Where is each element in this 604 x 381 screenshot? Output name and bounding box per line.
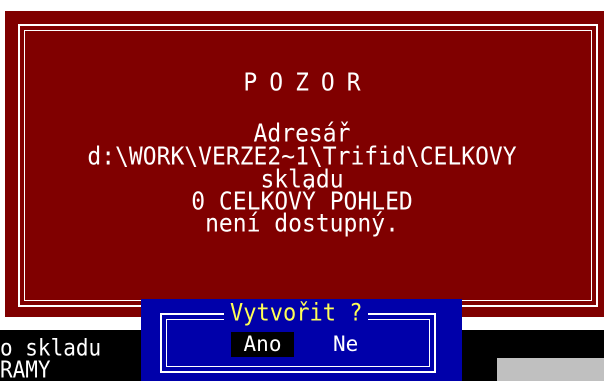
yes-button[interactable]: Ano (231, 332, 294, 357)
dos-screen: POZOR Adresář d:\WORK\VERZE2~1\Trifid\CE… (0, 0, 604, 381)
confirm-dialog: Vytvořit ? Ano Ne (141, 299, 462, 381)
warning-message-line: není dostupný. (205, 209, 399, 239)
status-grey-block (497, 358, 604, 381)
warning-title: POZOR (243, 68, 373, 98)
no-button[interactable]: Ne (333, 332, 358, 357)
status-text: RAMY (0, 356, 51, 381)
confirm-dialog-title: Vytvořit ? (224, 301, 369, 327)
